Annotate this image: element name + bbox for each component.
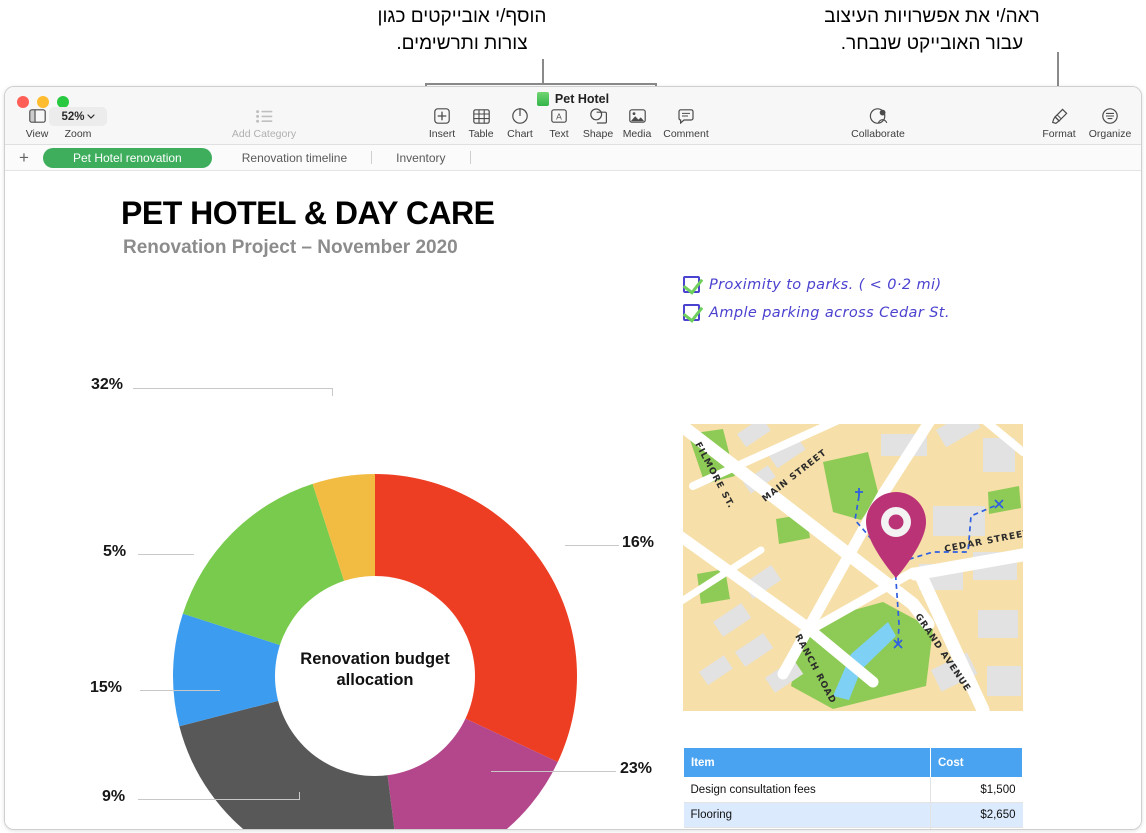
page-subtitle[interactable]: Renovation Project – November 2020 [123, 237, 458, 259]
donut-center-label: Renovation budget allocation [165, 649, 585, 691]
zoom-value: 52% [61, 110, 85, 123]
table-cell-cost: $1,500 [930, 777, 1023, 803]
sheet-tab-pet-hotel-renovation[interactable]: Pet Hotel renovation [43, 147, 212, 168]
shape-icon [589, 106, 607, 126]
organize-button[interactable]: Organize [1078, 106, 1141, 140]
map-svg: FILMORE ST. MAIN STREET CEDAR STREET RAN… [683, 424, 1023, 711]
table-cell-item: Design consultation fees [683, 777, 931, 803]
callout-left-stem [542, 59, 544, 84]
svg-text:A: A [556, 111, 562, 121]
numbers-document-icon [536, 92, 549, 106]
zoom-control[interactable]: 52% [49, 107, 107, 126]
cost-table[interactable]: Item Cost Design consultation fees $1,50… [683, 747, 1023, 829]
leader-labor [491, 771, 616, 772]
list-icon [255, 106, 273, 126]
collaborate-icon [869, 106, 888, 126]
comment-icon [678, 106, 694, 126]
table-icon [472, 106, 490, 126]
donut-center-line2: allocation [336, 671, 414, 690]
table-cell-item: Flooring [683, 802, 931, 828]
sidebar-icon [28, 106, 46, 126]
organize-label: Organize [1088, 128, 1132, 140]
pct-label-fixtures: 16% [622, 534, 655, 551]
comment-label: Comment [663, 128, 709, 140]
checklist-item-parking[interactable]: Ample parking across Cedar St. [683, 304, 950, 321]
pct-label-flooring: 15% [90, 679, 123, 696]
leader-flooring [140, 690, 220, 691]
leader-fixtures [565, 545, 619, 546]
table-header-row: Item Cost [683, 747, 1023, 778]
chevron-down-icon [86, 114, 95, 119]
checklist-label-parks: Proximity to parks. ( < 0·2 mi) [709, 276, 942, 293]
media-label: Media [622, 128, 652, 140]
chart-icon [512, 106, 528, 126]
table-row[interactable]: Plumbing and electrical $800 [683, 827, 1023, 829]
table-cell-cost: $800 [930, 827, 1023, 829]
add-category-button: Add Category [231, 106, 297, 140]
callout-left-text: הוסף/י אובייקטים כגון צורות ותרשימים. [377, 6, 547, 54]
pct-label-cabinetry: 32% [91, 376, 124, 393]
table-cell-item: Plumbing and electrical [683, 827, 931, 829]
insert-icon [434, 106, 450, 126]
add-sheet-button[interactable]: + [5, 149, 43, 166]
callout-left-bracket [425, 83, 657, 85]
checkbox-checked-icon[interactable] [683, 276, 700, 293]
leader-design-tick [299, 792, 300, 800]
document-title-group: Pet Hotel [5, 92, 1141, 106]
table-row[interactable]: Flooring $2,650 [683, 802, 1023, 828]
leader-cabinetry-tick [332, 388, 333, 396]
map-image[interactable]: FILMORE ST. MAIN STREET CEDAR STREET RAN… [683, 424, 1023, 711]
paintbrush-icon [1051, 106, 1068, 126]
text-box-icon: A [551, 106, 567, 126]
checklist-label-parking: Ample parking across Cedar St. [709, 304, 950, 321]
pct-label-design: 9% [102, 788, 126, 805]
page-title[interactable]: PET HOTEL & DAY CARE [121, 195, 495, 232]
leader-design [138, 799, 300, 800]
collaborate-label: Collaborate [851, 128, 905, 140]
comment-button[interactable]: Comment [654, 106, 718, 140]
leader-plumbing [138, 554, 194, 555]
media-icon [628, 106, 646, 126]
sheet-tab-inventory[interactable]: Inventory [380, 148, 461, 168]
table-header-item: Item [683, 747, 931, 778]
sheet-tab-renovation-timeline[interactable]: Renovation timeline [226, 148, 363, 168]
document-canvas[interactable]: PET HOTEL & DAY CARE Renovation Project … [5, 171, 1141, 829]
app-window: Pet Hotel View 52% Zoom Add Category Ins… [4, 86, 1142, 830]
checkbox-checked-icon-2[interactable] [683, 304, 700, 321]
zoom-label: Zoom [64, 128, 92, 140]
callout-right-text: ראה/י את אפשרויות העיצוב עבור האובייקט ש… [824, 6, 1040, 54]
leader-cabinetry [133, 388, 333, 389]
donut-center-line1: Renovation budget [300, 650, 450, 668]
format-label: Format [1042, 128, 1076, 140]
pct-label-labor: 23% [620, 760, 653, 777]
sheet-tab-bar: + Pet Hotel renovation Renovation timeli… [5, 145, 1141, 171]
organize-icon [1102, 106, 1118, 126]
table-cell-cost: $2,650 [930, 802, 1023, 828]
table-header-cost: Cost [930, 747, 1023, 778]
toolbar: Pet Hotel View 52% Zoom Add Category Ins… [5, 87, 1141, 145]
view-label: View [25, 128, 49, 140]
pct-label-plumbing: 5% [103, 543, 127, 560]
sheet-tab-divider-2 [469, 151, 471, 164]
collaborate-button[interactable]: Collaborate [840, 106, 916, 140]
checklist-item-parks[interactable]: Proximity to parks. ( < 0·2 mi) [683, 276, 942, 293]
donut-chart[interactable]: Renovation budget allocation [165, 471, 585, 829]
document-title: Pet Hotel [554, 92, 610, 106]
table-row[interactable]: Design consultation fees $1,500 [683, 777, 1023, 803]
sheet-tab-divider [371, 151, 373, 164]
add-category-label: Add Category [231, 128, 297, 140]
